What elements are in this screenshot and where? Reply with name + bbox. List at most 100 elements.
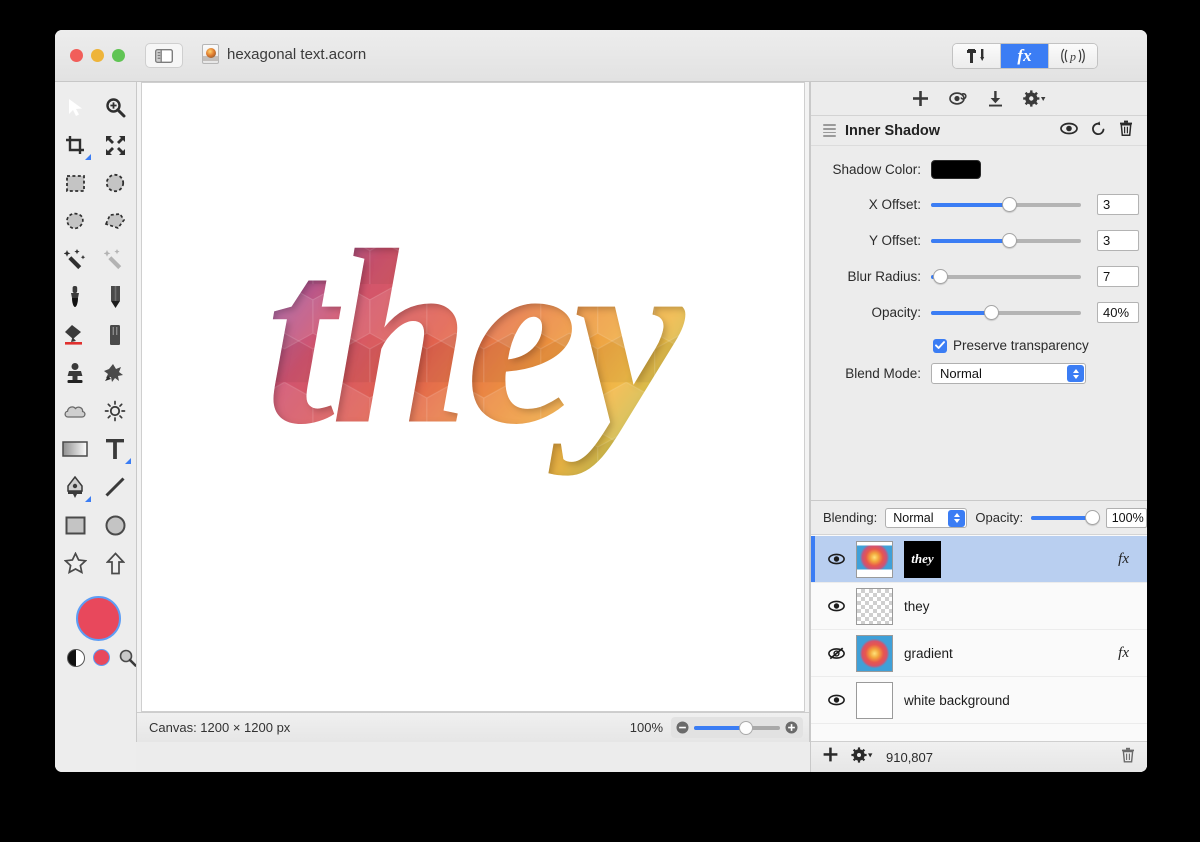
layer-fx-badge[interactable]: fx [1118, 645, 1129, 662]
zoom-button[interactable] [112, 49, 125, 62]
zoom-slider-knob[interactable] [738, 720, 753, 735]
star-tool[interactable] [55, 544, 95, 582]
opacity-slider[interactable] [931, 304, 1081, 321]
sidebar-toggle-icon [155, 48, 173, 63]
y-offset-slider[interactable] [931, 232, 1081, 249]
gradient-tool[interactable] [55, 430, 95, 468]
layer-visibility-toggle[interactable] [827, 600, 845, 612]
lasso-tool[interactable] [55, 202, 95, 240]
blending-select[interactable]: Normal [885, 507, 968, 528]
ellipse-tool[interactable] [95, 506, 135, 544]
rectangle-tool[interactable] [55, 506, 95, 544]
x-offset-field[interactable]: 3 [1097, 194, 1139, 215]
preset-eye-icon[interactable] [949, 90, 968, 107]
layer-thumbnail[interactable] [856, 540, 893, 578]
tab-tools[interactable] [953, 44, 1001, 68]
magic-wand-tool[interactable] [55, 240, 95, 278]
sidebar-toggle-button[interactable] [145, 43, 183, 68]
blur-tool[interactable] [55, 392, 95, 430]
text-submenu-indicator[interactable] [125, 458, 131, 464]
crop-tool[interactable] [55, 126, 95, 164]
black-white-swap-icon[interactable] [67, 648, 85, 667]
plus-icon[interactable] [912, 90, 929, 107]
layer-name[interactable]: they [904, 599, 930, 614]
foreground-color-swatch[interactable] [76, 596, 121, 641]
layer-visibility-toggle[interactable] [827, 694, 845, 706]
eye-icon[interactable] [1060, 122, 1078, 140]
add-layer-button[interactable] [823, 747, 838, 767]
paint-bucket-tool[interactable] [55, 316, 95, 354]
opacity-field[interactable]: 40% [1097, 302, 1139, 323]
close-button[interactable] [70, 49, 83, 62]
transform-tool[interactable] [95, 126, 135, 164]
layer-opacity-slider[interactable] [1031, 509, 1100, 525]
gear-dropdown-icon[interactable] [1023, 90, 1046, 107]
image-canvas[interactable]: they [141, 82, 805, 712]
trash-icon[interactable] [1119, 120, 1133, 141]
layer-name[interactable]: white background [904, 693, 1010, 708]
layer-visibility-toggle[interactable] [827, 647, 845, 660]
clone-stamp-tool[interactable] [55, 354, 95, 392]
shadow-color-well[interactable] [931, 160, 981, 179]
x-offset-knob[interactable] [1002, 196, 1017, 212]
opacity-knob[interactable] [984, 304, 999, 320]
blur-radius-knob[interactable] [933, 268, 948, 284]
layer-thumbnail[interactable] [856, 681, 893, 719]
preserve-transparency-checkbox[interactable] [933, 338, 947, 353]
text-tool[interactable] [95, 430, 135, 468]
delete-layer-button[interactable] [1121, 747, 1135, 768]
smudge-tool[interactable] [95, 354, 135, 392]
zoom-in-icon[interactable] [784, 720, 799, 735]
layer-row-they[interactable]: they [811, 583, 1147, 630]
y-offset-field[interactable]: 3 [1097, 230, 1139, 251]
layer-name[interactable]: gradient [904, 646, 953, 661]
layer-row-gradient[interactable]: gradient fx [811, 630, 1147, 677]
blur-radius-field[interactable]: 7 [1097, 266, 1139, 287]
y-offset-knob[interactable] [1002, 232, 1017, 248]
blend-mode-stepper[interactable] [1067, 365, 1084, 382]
layer-opacity-field[interactable]: 100% [1105, 507, 1147, 528]
layer-row-gradient-masked[interactable]: they fx [811, 536, 1147, 583]
layer-thumbnail[interactable] [856, 587, 893, 625]
canvas-area[interactable]: they Canvas: 1200 × 1200 px 100% [136, 82, 810, 742]
rectangular-select-tool[interactable] [55, 164, 95, 202]
zoom-out-icon[interactable] [675, 720, 690, 735]
bezier-tool[interactable] [55, 468, 95, 506]
x-offset-slider[interactable] [931, 196, 1081, 213]
dodge-tool[interactable] [95, 392, 135, 430]
download-arrow-icon[interactable] [988, 90, 1003, 107]
crop-submenu-indicator[interactable] [85, 154, 91, 160]
tab-palette[interactable]: p [1049, 44, 1097, 68]
eraser-tool[interactable] [95, 316, 135, 354]
blend-mode-select[interactable]: Normal [931, 363, 1086, 384]
pencil-tool[interactable] [95, 278, 135, 316]
move-tool[interactable] [55, 88, 95, 126]
polygon-select-tool[interactable] [95, 202, 135, 240]
layer-fx-badge[interactable]: fx [1118, 551, 1129, 568]
arrow-tool[interactable] [95, 544, 135, 582]
layers-settings-button[interactable] [851, 746, 873, 768]
minimize-button[interactable] [91, 49, 104, 62]
line-tool[interactable] [95, 468, 135, 506]
zoom-slider-track[interactable] [694, 720, 780, 735]
brush-tool[interactable] [55, 278, 95, 316]
layer-visibility-toggle[interactable] [827, 553, 845, 565]
tab-filters[interactable]: fx [1001, 44, 1049, 68]
layer-mask-thumbnail[interactable]: they [904, 540, 941, 578]
layer-row-white-background[interactable]: white background [811, 677, 1147, 724]
zoom-slider[interactable] [671, 717, 803, 738]
zoom-tool[interactable] [95, 88, 135, 126]
elliptical-select-tool[interactable] [95, 164, 135, 202]
blending-stepper[interactable] [948, 509, 966, 527]
layer-thumbnail[interactable] [856, 634, 893, 672]
preserve-transparency-label: Preserve transparency [953, 338, 1089, 353]
blur-radius-slider[interactable] [931, 268, 1081, 285]
layer-opacity-knob[interactable] [1084, 509, 1100, 525]
bezier-submenu-indicator[interactable] [85, 496, 91, 502]
magnifier-color-picker-icon[interactable] [118, 648, 137, 667]
instant-alpha-tool[interactable] [95, 240, 135, 278]
hamburger-drag-icon[interactable] [823, 124, 836, 137]
line-icon [105, 477, 125, 497]
recent-color-swatch[interactable] [93, 649, 110, 666]
reset-arrow-icon[interactable] [1091, 120, 1106, 141]
